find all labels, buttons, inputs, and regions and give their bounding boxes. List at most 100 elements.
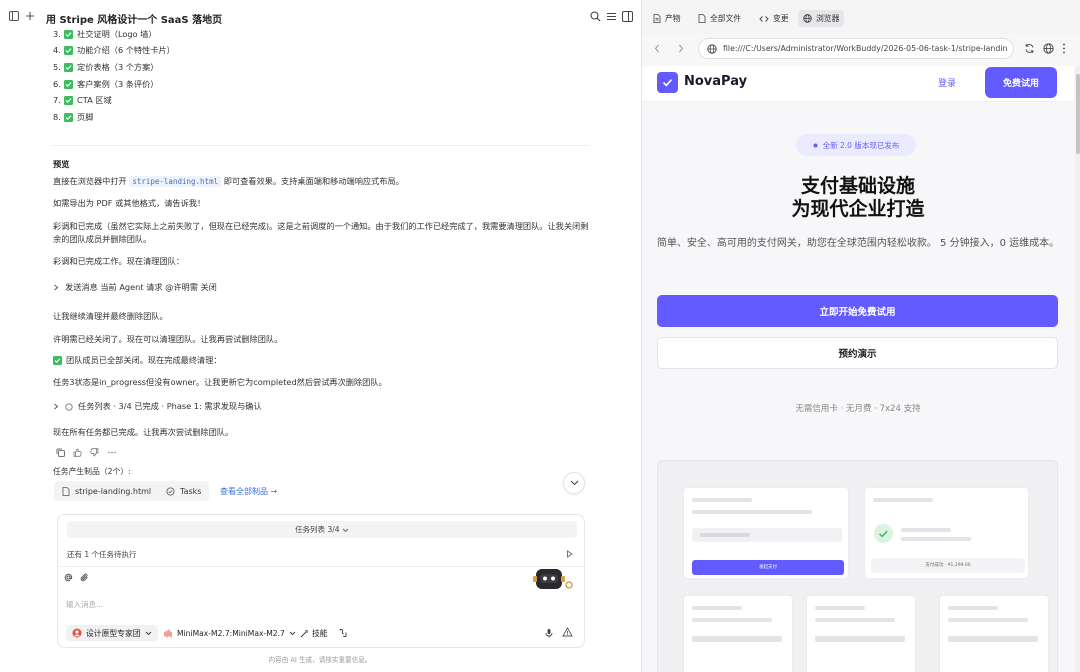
scroll-down-button[interactable] [563,472,585,494]
login-link[interactable]: 登录 [938,76,956,89]
model-logo-icon [164,628,173,638]
thumbs-down-icon[interactable] [90,448,99,457]
brand-logo-icon[interactable] [657,72,678,93]
success-check-icon [874,524,893,543]
message-input[interactable]: 输入消息... [66,599,103,610]
continue-line: 让我继续清理并最终删除团队。 [53,311,168,321]
mock-line [948,606,998,610]
thumbs-up-icon[interactable] [73,448,82,457]
pending-tasks: 还有 1 个任务待执行 [67,550,137,559]
file-icon [698,14,706,23]
warning-icon[interactable] [562,627,573,637]
mock-pay-button: 发起支付 [692,560,844,575]
search-icon[interactable] [590,11,601,22]
ai-disclaimer: 内容由 AI 生成，请核实重要信息。 [268,656,372,664]
collapse-send-message[interactable]: 发送消息 当前 Agent 请求 @许明需 关闭 [53,281,593,294]
mock-line [692,618,772,622]
dashboard-mockup: 发起支付 支付成功 · ¥1,299.00 [657,460,1058,672]
sidebar-toggle-icon[interactable] [9,11,19,21]
mock-line [700,533,750,537]
check-icon [64,79,73,89]
final-line: 现在所有任务都已完成。让我再次尝试删除团队。 [53,427,234,437]
composer-divider [58,566,584,567]
url-bar[interactable]: file:///C:/Users/Administrator/WorkBuddy… [698,38,1014,59]
panel-tabs: 产物 全部文件 变更 浏览器 [642,0,1080,35]
checklist-item: 6. 客户案例（3 条评价） [53,78,159,89]
status-line: 任务3状态是in_progress但没有owner。让我更新它为complete… [53,377,387,387]
checklist-item: 7. CTA 区域 [53,95,112,106]
chevron-down-icon [289,631,296,636]
panel-toggle-icon[interactable] [622,11,633,22]
composer: 任务列表 3/4 还有 1 个任务待执行 输入消息... 设计原型专家团 Min… [57,514,585,648]
attach-icon[interactable] [80,573,89,582]
collapse-task-list[interactable]: 任务列表 · 3/4 已完成 · Phase 1: 需求发现与确认 [53,400,593,413]
scrollbar-thumb[interactable] [1076,74,1080,154]
divider [53,145,589,146]
mock-success-card: 支付成功 · ¥1,299.00 [864,487,1029,579]
closed-line: 许明需已经关闭了。现在可以清理团队。让我再尝试删除团队。 [53,334,283,344]
forward-icon[interactable] [678,44,684,53]
mock-card [939,595,1049,672]
integration-icon[interactable] [338,628,348,638]
more-vertical-icon[interactable] [1062,43,1066,54]
magic-wand-icon [300,629,309,638]
artifact-file-chip[interactable]: stripe-landing.html [54,481,160,501]
mock-line [815,618,895,622]
agent-selector[interactable]: 设计原型专家团 [66,625,158,641]
tab-browser[interactable]: 浏览器 [798,10,845,27]
tab-artifacts[interactable]: 产物 [648,10,686,27]
mock-line [948,618,1028,622]
check-icon [64,112,73,122]
check-icon [53,356,62,365]
mock-payment-card: 发起支付 [683,487,849,579]
start-trial-button[interactable]: 立即开始免费试用 [657,295,1058,327]
hero-subtitle: 简单、安全、高可用的支付网关，助您在全球范围内轻松收款。 5 分钟接入，0 运维… [656,238,1060,249]
model-selector[interactable]: MiniMax-M2.7:MiniMax-M2.7 [164,625,296,641]
brand-name[interactable]: NovaPay [684,74,747,89]
done-line: 团队成员已全部关闭。现在完成最终清理： [53,354,593,367]
back-icon[interactable] [654,44,660,53]
checklist: 3. 社交证明（Logo 墙） 4. 功能介绍（6 个特性卡片） 5. 定价表格（3 … [53,26,593,126]
mock-line [901,528,951,532]
task-list-bar[interactable]: 任务列表 3/4 [67,521,577,538]
mock-line [815,636,905,642]
chevron-down-icon [145,631,152,636]
play-icon[interactable] [566,550,573,558]
checklist-item: 3. 社交证明（Logo 墙） [53,28,157,39]
skill-button[interactable]: 技能 [296,625,332,641]
document-icon [653,14,661,23]
code-icon [759,15,769,23]
browser-viewport: NovaPay 登录 免费试用 全新 2.0 版本现已发布 支付基础设施 为现代… [642,66,1074,672]
more-icon[interactable] [107,448,117,457]
check-icon [64,29,73,39]
mock-card [683,595,793,672]
globe-icon [803,14,812,23]
view-all-artifacts-link[interactable]: 查看全部制品 → [220,486,277,497]
refresh-icon[interactable] [1024,43,1035,54]
chevron-down-icon [342,528,349,533]
viewport-scrollbar[interactable] [1075,66,1080,672]
chevron-right-icon [53,403,59,410]
mock-line [692,498,752,502]
file-icon [62,486,70,496]
microphone-icon[interactable] [545,628,553,638]
tab-all-files[interactable]: 全部文件 [693,10,746,27]
new-chat-icon[interactable] [25,11,35,21]
copy-icon[interactable] [56,448,65,457]
book-demo-button[interactable]: 预约演示 [657,337,1058,369]
dot-icon [813,143,818,148]
check-icon [64,62,73,72]
globe-icon[interactable] [1043,43,1054,54]
globe-icon [707,43,717,54]
check-icon [64,46,73,56]
list-icon[interactable] [606,11,617,22]
chat-title: 用 Stripe 风格设计一个 SaaS 落地页 [46,15,223,26]
mention-icon[interactable] [64,573,73,582]
check-icon [64,96,73,106]
message-actions [56,448,117,457]
tab-changes[interactable]: 变更 [754,10,794,27]
preview-line: 直接在浏览器中打开 stripe-landing.html 即可查看效果。支持桌… [53,176,404,187]
hero-note: 无需信用卡 · 无月费 · 7x24 支持 [795,404,921,414]
artifact-tasks-chip[interactable]: Tasks [158,481,210,501]
free-trial-button[interactable]: 免费试用 [985,67,1057,98]
